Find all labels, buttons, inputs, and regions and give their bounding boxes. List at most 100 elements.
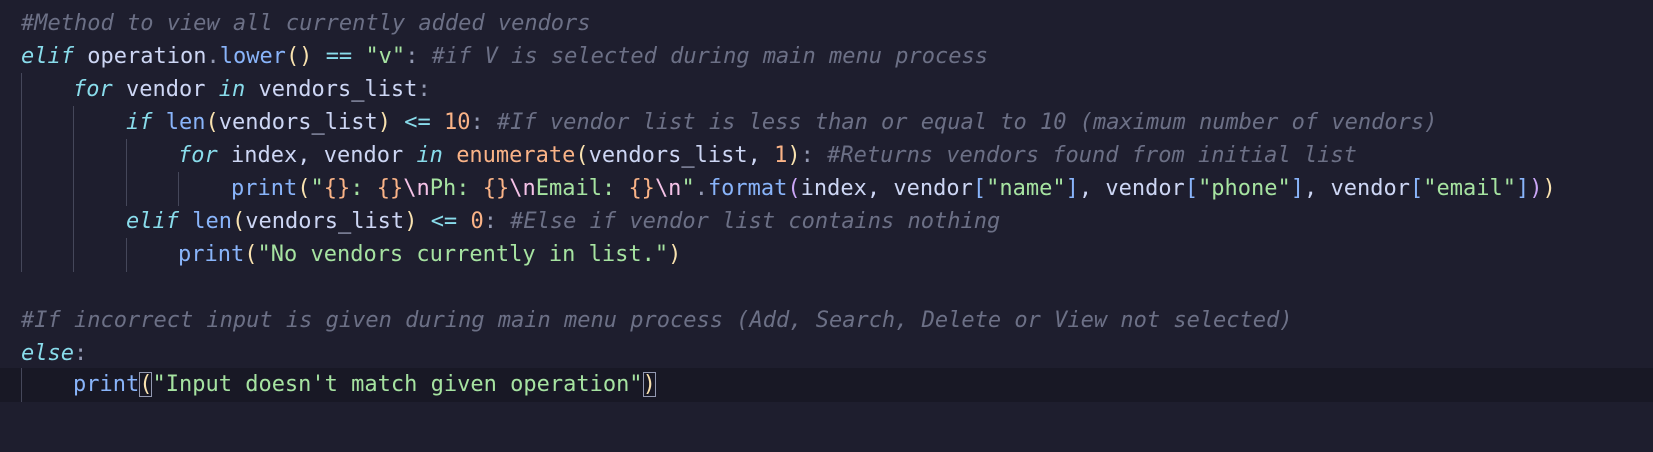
bracket: ( xyxy=(231,209,246,234)
bracket: ( xyxy=(787,176,801,201)
punctuation: : xyxy=(800,143,814,168)
indent-guide xyxy=(21,205,22,239)
keyword: else xyxy=(21,341,74,366)
builtin-function: print xyxy=(178,242,245,267)
bracket: ) xyxy=(1542,176,1556,201)
indent-guide xyxy=(73,139,74,173)
indent-guide xyxy=(126,238,127,272)
builtin-function: print xyxy=(73,372,140,397)
code-line-10[interactable]: #If incorrect input is given during main… xyxy=(0,304,1653,338)
keyword: if xyxy=(126,110,153,135)
indent-guide xyxy=(21,139,22,173)
code-line-8[interactable]: print("No vendors currently in list.") xyxy=(0,238,1653,272)
bracket: [ xyxy=(972,176,987,201)
identifier: index, vendor xyxy=(231,143,404,168)
code-line-4[interactable]: if len(vendors_list) <= 10: #If vendor l… xyxy=(0,106,1653,140)
string-quote: " xyxy=(310,176,324,201)
indent-guide xyxy=(178,172,179,206)
builtin-function: len xyxy=(165,110,206,135)
bracket: ] xyxy=(1290,176,1305,201)
code-line-7[interactable]: elif len(vendors_list) <= 0: #Else if ve… xyxy=(0,205,1653,239)
string-literal: "name" xyxy=(986,176,1066,201)
bracket: [ xyxy=(1184,176,1199,201)
comment: #If incorrect input is given during main… xyxy=(21,308,1293,333)
operator: == xyxy=(325,44,353,69)
indent-guide xyxy=(126,139,127,173)
code-line-6[interactable]: print("{}: {}\nPh: {}\nEmail: {}\n".form… xyxy=(0,172,1653,206)
string-literal: "v" xyxy=(365,44,406,69)
comment: #if V is selected during main menu proce… xyxy=(431,44,988,69)
bracket: ( xyxy=(297,176,311,201)
bracket-match-highlight: ( xyxy=(139,372,153,397)
indent-guide xyxy=(73,238,74,272)
code-line-9[interactable] xyxy=(0,271,1653,305)
format-placeholder: {} xyxy=(376,176,404,201)
bracket: ) xyxy=(377,110,391,135)
punctuation: : xyxy=(405,44,419,69)
punctuation: : xyxy=(417,77,431,102)
identifier: vendors_list xyxy=(218,110,378,135)
keyword: elif xyxy=(21,44,74,69)
punctuation: : xyxy=(483,209,497,234)
indent-guide xyxy=(21,172,22,206)
code-line-3[interactable]: for vendor in vendors_list: xyxy=(0,73,1653,107)
code-line-5[interactable]: for index, vendor in enumerate(vendors_l… xyxy=(0,139,1653,173)
identifier: index, vendor xyxy=(800,176,973,201)
bracket: [ xyxy=(1410,176,1424,201)
method-name: format xyxy=(707,176,788,201)
bracket: () xyxy=(285,44,313,69)
string-quote: " xyxy=(681,176,695,201)
format-placeholder: {} xyxy=(323,176,351,201)
keyword: for xyxy=(178,143,218,168)
method-name: lower xyxy=(219,44,286,69)
string-literal: Email: xyxy=(535,176,629,201)
indent-guide xyxy=(21,106,22,140)
format-placeholder: {} xyxy=(628,176,655,201)
bracket: ( xyxy=(205,110,219,135)
indent-guide xyxy=(21,238,22,272)
number-literal: 1 xyxy=(774,143,788,168)
bracket: ( xyxy=(575,143,589,168)
bracket: ] xyxy=(1515,176,1530,201)
code-line-2[interactable]: elif operation.lower() == "v": #if V is … xyxy=(0,40,1653,74)
string-literal: Ph: xyxy=(429,176,483,201)
comment: #Method to view all currently added vend… xyxy=(21,11,591,36)
string-literal: "No vendors currently in list." xyxy=(257,242,669,267)
builtin-function: len xyxy=(192,209,232,234)
number-literal: 0 xyxy=(470,209,484,234)
identifier: , vendor xyxy=(1078,176,1185,201)
keyword: for xyxy=(73,77,113,102)
bracket: ) xyxy=(404,209,418,234)
code-line-11[interactable]: else: xyxy=(0,337,1653,371)
string-literal: "phone" xyxy=(1198,176,1291,201)
identifier: vendors_list xyxy=(245,209,405,234)
bracket: ) xyxy=(1529,176,1543,201)
indent-guide xyxy=(21,73,22,107)
punctuation: : xyxy=(73,341,88,366)
punctuation: . xyxy=(694,176,708,201)
comment: #Returns vendors found from initial list xyxy=(827,143,1357,168)
indent-guide xyxy=(126,172,127,206)
escape-sequence: \n xyxy=(654,176,682,201)
identifier: operation xyxy=(87,44,207,69)
indent-guide xyxy=(73,172,74,206)
code-line-12[interactable]: print("Input doesn't match given operati… xyxy=(0,368,1653,402)
operator: <= xyxy=(404,110,431,135)
string-literal: "Input doesn't match given operation" xyxy=(152,372,643,397)
code-editor[interactable]: #Method to view all currently added vend… xyxy=(0,0,1653,452)
comment: #If vendor list is less than or equal to… xyxy=(496,110,1438,135)
indent-guide xyxy=(73,205,74,239)
identifier: vendors_list, xyxy=(588,143,775,168)
escape-sequence: \n xyxy=(509,176,536,201)
operator: <= xyxy=(430,209,458,234)
builtin-function: enumerate xyxy=(456,143,576,168)
identifier: vendors_list xyxy=(258,77,418,102)
bracket: ) xyxy=(668,242,682,267)
indent-guide xyxy=(73,106,74,140)
keyword: in xyxy=(416,143,443,168)
number-literal: 10 xyxy=(443,110,471,135)
indent-guide xyxy=(21,368,22,402)
bracket: ) xyxy=(787,143,801,168)
punctuation: : xyxy=(470,110,484,135)
code-line-1[interactable]: #Method to view all currently added vend… xyxy=(0,7,1653,41)
